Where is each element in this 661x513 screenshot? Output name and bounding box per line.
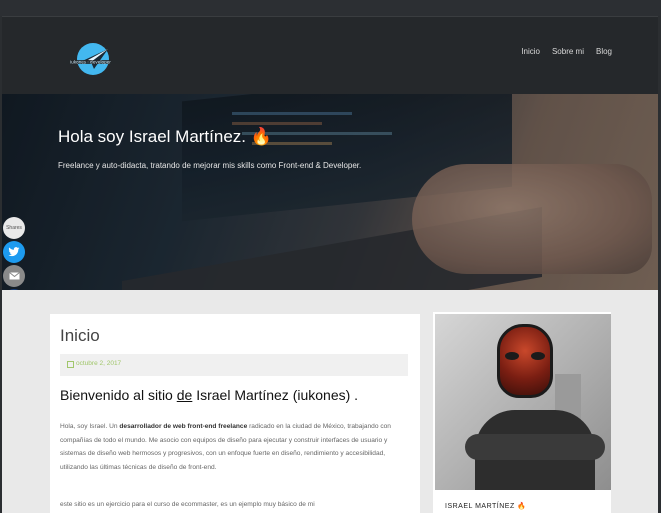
twitter-icon (8, 247, 20, 257)
share-count: Shares (3, 217, 25, 239)
photo-mask (497, 324, 553, 398)
welcome-link[interactable]: de (177, 387, 193, 403)
share-count-label: Shares (6, 225, 22, 231)
main-area: Inicio octubre 2, 2017 Bienvenido al sit… (2, 290, 658, 513)
email-icon (8, 272, 20, 280)
post-meta-bar: octubre 2, 2017 (60, 354, 408, 376)
plane-logo-icon: iukones · developer (66, 43, 120, 75)
calendar-icon (67, 361, 74, 368)
second-paragraph: este sitio es un ejercicio para el curso… (60, 501, 315, 508)
photo-mask-eye (505, 352, 519, 360)
svg-text:iukones · developer: iukones · developer (70, 60, 111, 65)
hero-title-text: Hola soy Israel Martínez. (58, 127, 247, 146)
nav-inicio[interactable]: Inicio (521, 47, 540, 56)
photo-arms (465, 434, 605, 460)
site-logo[interactable]: iukones · developer (64, 41, 122, 77)
nav-sobre-mi[interactable]: Sobre mi (552, 47, 584, 56)
main-nav: Inicio Sobre mi Blog (521, 47, 612, 56)
hero-overlay (2, 94, 658, 290)
profile-photo (435, 314, 611, 490)
hero-banner: Hola soy Israel Martínez. 🔥 Freelance y … (2, 94, 658, 290)
hero-title: Hola soy Israel Martínez. 🔥 (58, 127, 272, 147)
intro-start: Hola, soy Israel. Un (60, 423, 120, 430)
welcome-title: Bienvenido al sitio de Israel Martínez (… (60, 387, 358, 403)
twitter-share-button[interactable] (3, 241, 25, 263)
top-strip (0, 0, 661, 16)
site-header: iukones · developer Inicio Sobre mi Blog (2, 16, 658, 94)
profile-name: ISRAEL MARTÍNEZ (445, 503, 515, 510)
intro-paragraph: Hola, soy Israel. Un desarrollador de we… (60, 420, 400, 474)
fire-icon: 🔥 (250, 127, 272, 146)
post-heading: Inicio (60, 326, 100, 345)
photo-mask-eye (531, 352, 545, 360)
email-share-button[interactable] (3, 265, 25, 287)
profile-widget: ISRAEL MARTÍNEZ 🔥 (433, 312, 611, 513)
post-card: Inicio octubre 2, 2017 Bienvenido al sit… (50, 314, 420, 513)
welcome-after: Israel Martínez (iukones) . (192, 387, 359, 403)
nav-blog[interactable]: Blog (596, 47, 612, 56)
intro-bold: desarrollador de web front-end freelance (119, 423, 248, 430)
post-date[interactable]: octubre 2, 2017 (76, 360, 121, 367)
fire-icon: 🔥 (517, 503, 527, 510)
welcome-before: Bienvenido al sitio (60, 387, 177, 403)
intro-rest: radicado en la ciudad de México, trabaja… (60, 423, 391, 471)
hero-subtitle: Freelance y auto-didacta, tratando de me… (58, 161, 362, 170)
profile-caption: ISRAEL MARTÍNEZ 🔥 (445, 502, 526, 510)
